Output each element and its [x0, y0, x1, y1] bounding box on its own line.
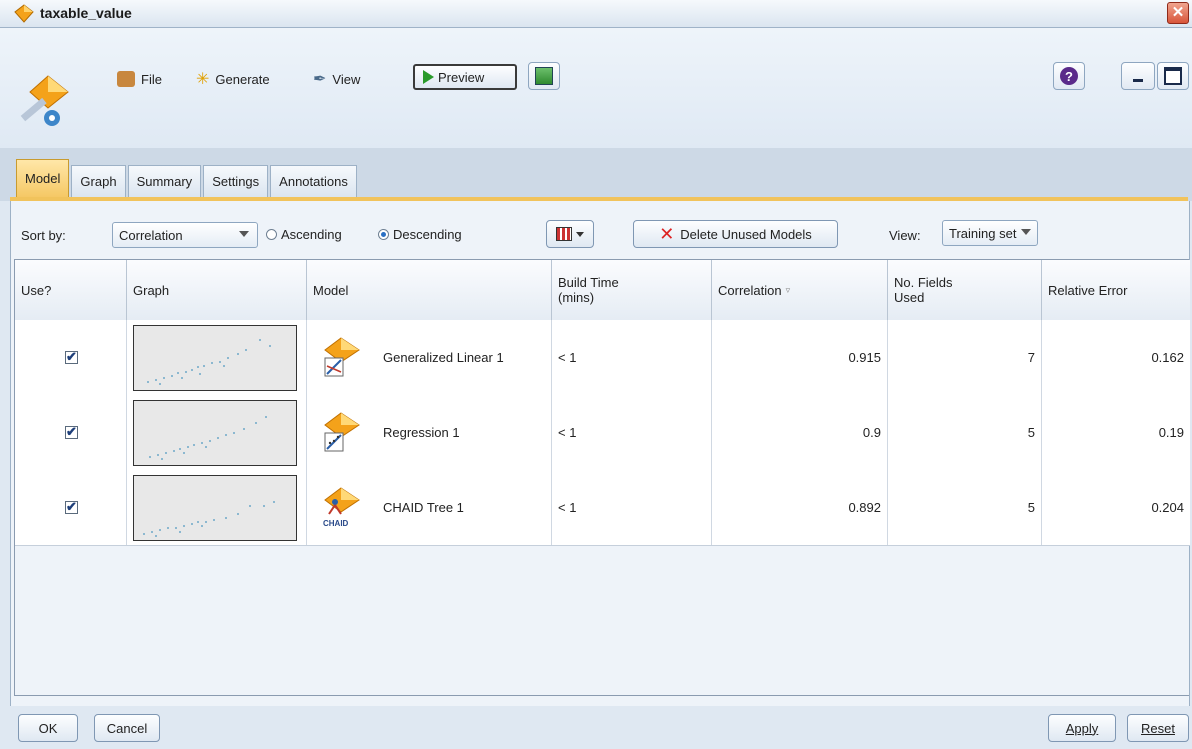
descending-radio[interactable]: Descending: [378, 227, 462, 242]
title-bar: taxable_value ✕: [0, 0, 1192, 28]
radio-on-icon: [378, 229, 389, 240]
cancel-button[interactable]: Cancel: [94, 714, 160, 742]
models-table: Use? Graph Model Build Time (mins) Corre…: [14, 259, 1190, 696]
sort-toolbar: Sort by: Correlation Ascending Descendin…: [11, 201, 1189, 259]
help-button[interactable]: ?: [1053, 62, 1085, 90]
chevron-down-icon: [239, 231, 249, 237]
delete-x-icon: ✕: [659, 223, 675, 244]
minimize-button[interactable]: [1121, 62, 1155, 90]
relative-error-cell: 0.162: [1151, 350, 1184, 365]
table-row[interactable]: Generalized Linear 1 < 1 0.915 7 0.162: [15, 320, 1190, 396]
sort-descending-icon: ▿: [785, 284, 791, 295]
col-correlation[interactable]: Correlation ▿: [712, 260, 888, 320]
relative-error-cell: 0.204: [1151, 500, 1184, 515]
use-checkbox[interactable]: [65, 424, 78, 440]
table-header: Use? Graph Model Build Time (mins) Corre…: [15, 260, 1190, 321]
help-icon: ?: [1060, 67, 1078, 85]
col-fields-used[interactable]: No. Fields Used: [888, 260, 1042, 320]
svg-text:CHAID: CHAID: [323, 519, 349, 528]
app-diamond-icon: [14, 4, 34, 23]
table-row[interactable]: CHAID CHAID Tree 1 < 1 0.892 5 0.204: [15, 470, 1190, 546]
ok-button[interactable]: OK: [18, 714, 78, 742]
build-time-cell: < 1: [552, 320, 712, 395]
tab-settings[interactable]: Settings: [203, 165, 269, 197]
tab-bar: Model Graph Summary Settings Annotations: [16, 157, 357, 197]
tab-model[interactable]: Model: [16, 159, 70, 197]
scatter-plot-icon: [143, 500, 275, 537]
relative-error-cell: 0.19: [1158, 425, 1184, 440]
minimize-icon: [1133, 78, 1143, 82]
columns-icon: [556, 227, 572, 241]
preview-button[interactable]: Preview: [413, 64, 517, 90]
correlation-cell: 0.892: [712, 470, 888, 545]
tab-summary[interactable]: Summary: [127, 165, 202, 197]
scatter-thumbnail[interactable]: [133, 324, 297, 391]
maximize-button[interactable]: [1157, 62, 1189, 90]
build-time-cell: < 1: [552, 470, 712, 545]
chevron-down-icon: [576, 231, 584, 237]
briefcase-icon: [117, 71, 135, 87]
correlation-cell: 0.915: [712, 320, 888, 395]
view-label: View:: [889, 228, 921, 243]
scatter-thumbnail[interactable]: [133, 474, 297, 541]
apply-button[interactable]: Apply: [1048, 714, 1116, 742]
fields-cell: 5: [888, 395, 1042, 470]
regression-icon: [324, 411, 360, 451]
sort-by-label: Sort by:: [21, 228, 66, 243]
export-button[interactable]: [528, 62, 560, 90]
radio-off-icon: [266, 229, 277, 240]
tab-graph[interactable]: Graph: [71, 165, 126, 197]
view-menu[interactable]: ✒ View: [313, 67, 360, 91]
col-graph[interactable]: Graph: [127, 260, 307, 320]
scatter-plot-icon: [147, 338, 271, 385]
tab-annotations[interactable]: Annotations: [270, 165, 357, 197]
ascending-radio[interactable]: Ascending: [266, 227, 342, 242]
delete-unused-models-button[interactable]: ✕ Delete Unused Models: [633, 220, 838, 248]
wand-icon: ✒: [313, 71, 327, 88]
footer-bar: OK Cancel Apply Reset: [0, 706, 1192, 749]
table-row[interactable]: Regression 1 < 1 0.9 5 0.19: [15, 395, 1190, 471]
scatter-thumbnail[interactable]: [133, 399, 297, 466]
close-icon[interactable]: ✕: [1167, 2, 1189, 24]
generate-menu[interactable]: ✳ Generate: [196, 67, 270, 91]
col-model[interactable]: Model: [307, 260, 552, 320]
col-use[interactable]: Use?: [15, 260, 127, 320]
model-name: CHAID Tree 1: [383, 500, 464, 515]
chaid-tree-icon: CHAID: [323, 486, 360, 528]
correlation-cell: 0.9: [712, 395, 888, 470]
model-name: Regression 1: [383, 425, 460, 440]
col-relative-error[interactable]: Relative Error: [1042, 260, 1190, 320]
model-panel: Sort by: Correlation Ascending Descendin…: [10, 201, 1190, 706]
fields-cell: 5: [888, 470, 1042, 545]
model-name: Generalized Linear 1: [383, 350, 504, 365]
view-select[interactable]: Training set: [942, 220, 1038, 246]
sort-by-select[interactable]: Correlation: [112, 222, 258, 248]
file-menu[interactable]: File: [117, 67, 162, 91]
use-checkbox[interactable]: [65, 349, 78, 365]
use-checkbox[interactable]: [65, 499, 78, 515]
chevron-down-icon: [1021, 229, 1031, 235]
col-build-time[interactable]: Build Time (mins): [552, 260, 712, 320]
model-nugget-icon: [20, 75, 69, 126]
columns-button[interactable]: [546, 220, 594, 248]
scatter-plot-icon: [149, 415, 267, 460]
maximize-icon: [1164, 67, 1182, 85]
play-icon: [423, 70, 434, 84]
generalized-linear-icon: [324, 336, 360, 376]
fields-cell: 7: [888, 320, 1042, 395]
reset-button[interactable]: Reset: [1127, 714, 1189, 742]
header-toolbar: File ✳ Generate ✒ View Preview ?: [0, 28, 1192, 148]
table-export-icon: [535, 67, 553, 85]
sparkle-icon: ✳: [196, 71, 210, 88]
build-time-cell: < 1: [552, 395, 712, 470]
window-title: taxable_value: [40, 5, 132, 21]
